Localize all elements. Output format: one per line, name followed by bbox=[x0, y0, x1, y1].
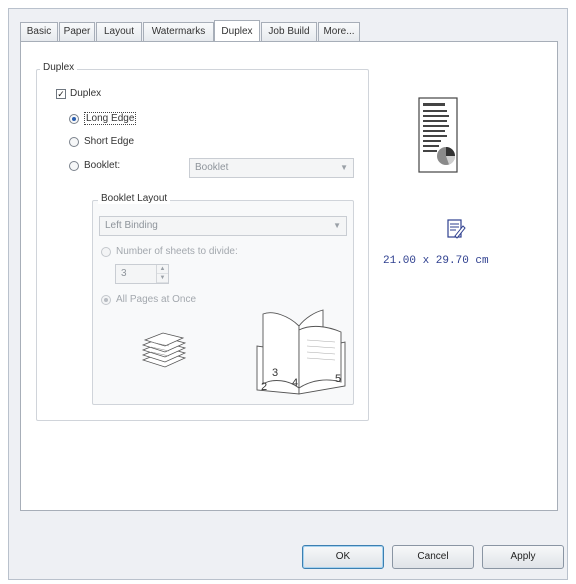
long-edge-radio[interactable] bbox=[69, 113, 79, 124]
stepper-up-icon[interactable]: ▲ bbox=[157, 265, 168, 274]
short-edge-option[interactable]: Short Edge bbox=[69, 136, 134, 147]
duplex-checkbox[interactable]: ✓ bbox=[56, 88, 66, 99]
tab-layout[interactable]: Layout bbox=[96, 22, 142, 41]
short-edge-label: Short Edge bbox=[84, 136, 135, 147]
paper-size-icon bbox=[447, 219, 466, 239]
all-pages-label: All Pages at Once bbox=[116, 294, 197, 305]
all-pages-radio[interactable] bbox=[101, 294, 111, 305]
tab-job-build[interactable]: Job Build bbox=[261, 22, 317, 41]
page-preview-icon bbox=[418, 97, 458, 173]
apply-button[interactable]: Apply bbox=[482, 545, 564, 569]
booklet-layout-title: Booklet Layout bbox=[98, 193, 171, 204]
booklet-option[interactable]: Booklet: bbox=[69, 160, 120, 171]
booklet-label: Booklet: bbox=[84, 160, 121, 171]
booklet-page-5: 5 bbox=[335, 373, 341, 385]
tab-watermarks[interactable]: Watermarks bbox=[143, 22, 214, 41]
paper-stack-icon bbox=[141, 332, 187, 368]
duplex-checkbox-row[interactable]: ✓ Duplex bbox=[56, 88, 101, 99]
tab-duplex[interactable]: Duplex bbox=[214, 20, 260, 41]
booklet-select-value: Booklet bbox=[195, 162, 229, 173]
chevron-down-icon: ▼ bbox=[340, 163, 348, 172]
duplex-group-title: Duplex bbox=[40, 62, 78, 73]
tab-paper[interactable]: Paper bbox=[59, 22, 95, 41]
booklet-page-4: 4 bbox=[292, 377, 298, 389]
all-pages-option[interactable]: All Pages at Once bbox=[101, 294, 196, 305]
cancel-button[interactable]: Cancel bbox=[392, 545, 474, 569]
binding-select-value: Left Binding bbox=[105, 220, 158, 231]
stepper-down-icon[interactable]: ▼ bbox=[157, 274, 168, 283]
long-edge-option[interactable]: Long Edge bbox=[69, 112, 137, 125]
number-of-sheets-option[interactable]: Number of sheets to divide: bbox=[101, 246, 238, 257]
booklet-radio[interactable] bbox=[69, 160, 79, 171]
duplex-checkbox-label: Duplex bbox=[70, 88, 102, 99]
booklet-page-2: 2 bbox=[261, 381, 267, 393]
short-edge-radio[interactable] bbox=[69, 136, 79, 147]
long-edge-label: Long Edge bbox=[84, 112, 137, 125]
booklet-preview-icon: 2 3 4 5 bbox=[256, 309, 346, 395]
booklet-select[interactable]: Booklet ▼ bbox=[189, 158, 354, 178]
chevron-down-icon: ▼ bbox=[333, 221, 341, 230]
number-of-sheets-radio[interactable] bbox=[101, 246, 111, 257]
binding-select[interactable]: Left Binding ▼ bbox=[99, 216, 347, 236]
sheets-stepper-value: 3 bbox=[121, 268, 127, 279]
tab-basic[interactable]: Basic bbox=[20, 22, 58, 41]
paper-size-text: 21.00 x 29.70 cm bbox=[383, 255, 489, 267]
sheets-stepper[interactable]: 3 ▲ ▼ bbox=[115, 264, 169, 284]
tab-more[interactable]: More... bbox=[318, 22, 360, 41]
number-of-sheets-label: Number of sheets to divide: bbox=[116, 246, 238, 257]
ok-button[interactable]: OK bbox=[302, 545, 384, 569]
duplex-tab-panel: Duplex ✓ Duplex Long Edge Short Edge Boo… bbox=[20, 41, 558, 511]
booklet-page-3: 3 bbox=[272, 367, 278, 379]
